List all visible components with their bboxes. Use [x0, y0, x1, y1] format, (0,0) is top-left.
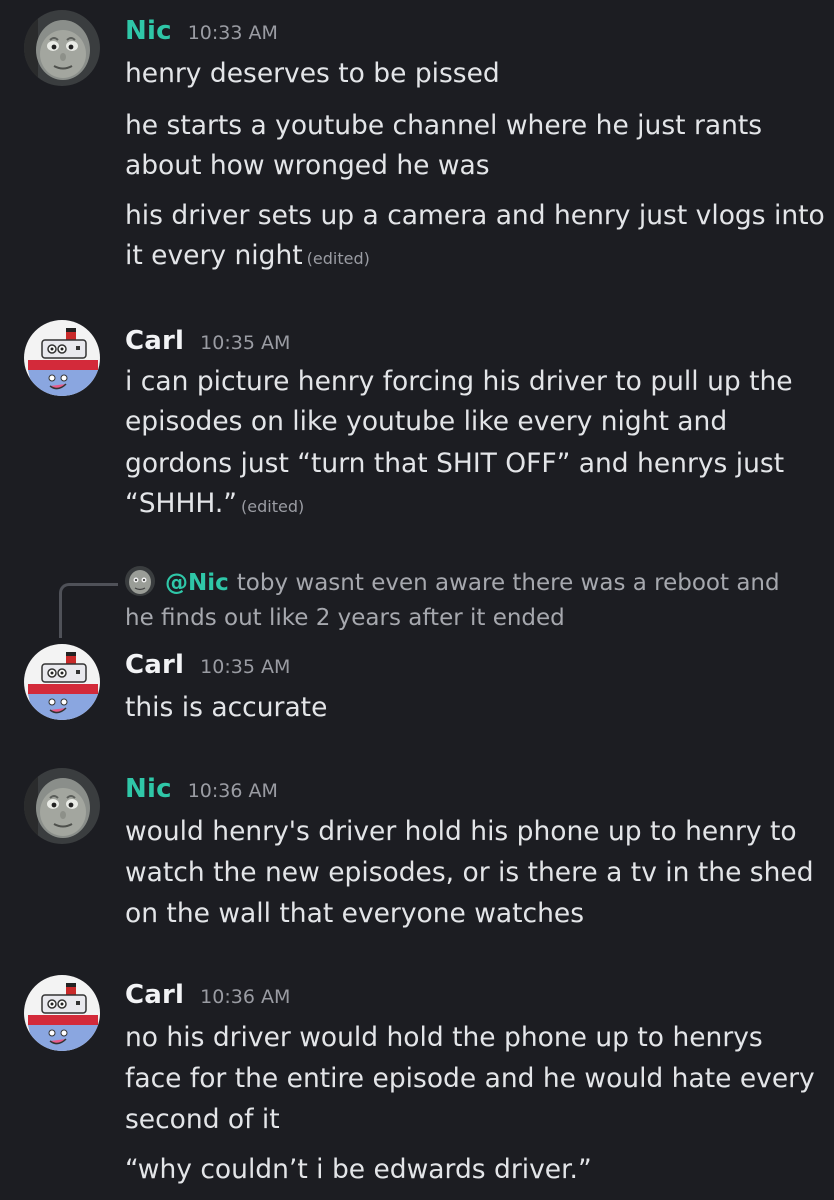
author-name[interactable]: Nic	[125, 774, 172, 804]
message-header: Nic 10:36 AM	[125, 774, 278, 804]
message-text: second of it	[125, 1104, 280, 1135]
timestamp: 10:36 AM	[187, 780, 278, 802]
edited-tag: (edited)	[306, 249, 370, 268]
message-text: episodes on like youtube like every nigh…	[125, 406, 728, 437]
message-header: Nic 10:33 AM	[125, 16, 278, 46]
message-text: on the wall that everyone watches	[125, 898, 585, 929]
engine-face-avatar-icon[interactable]	[24, 768, 100, 844]
message-text: his driver sets up a camera and henry ju…	[125, 200, 825, 231]
message-text: “SHHH.”	[125, 488, 238, 519]
message-text-last: it every night (edited)	[125, 236, 815, 279]
message-text: would henry's driver hold his phone up t…	[125, 816, 797, 847]
timestamp: 10:35 AM	[200, 332, 291, 354]
message-text: no his driver would hold the phone up to…	[125, 1022, 763, 1053]
message-text: it every night	[125, 240, 303, 271]
reply-avatar-icon	[125, 566, 155, 596]
timestamp: 10:36 AM	[200, 986, 291, 1008]
author-name[interactable]: Carl	[125, 980, 184, 1010]
author-name[interactable]: Nic	[125, 16, 172, 46]
message-text: henry deserves to be pissed	[125, 58, 500, 89]
message-header: Carl 10:36 AM	[125, 980, 290, 1010]
message-text-last: “SHHH.” (edited)	[125, 484, 815, 527]
reply-text: toby wasnt even aware there was a reboot…	[236, 570, 780, 596]
reply-text[interactable]: he finds out like 2 years after it ended	[125, 601, 565, 635]
message-header: Carl 10:35 AM	[125, 650, 290, 680]
author-name[interactable]: Carl	[125, 326, 184, 356]
message-header: Carl 10:35 AM	[125, 326, 290, 356]
message-text: watch the new episodes, or is there a tv…	[125, 857, 814, 888]
engine-face-avatar-icon[interactable]	[24, 10, 100, 86]
tugboat-avatar-icon[interactable]	[24, 644, 100, 720]
message-text: this is accurate	[125, 692, 328, 723]
edited-tag: (edited)	[241, 497, 305, 516]
message-text: face for the entire episode and he would…	[125, 1063, 815, 1094]
message-text: he starts a youtube channel where he jus…	[125, 110, 763, 141]
tugboat-avatar-icon[interactable]	[24, 320, 100, 396]
timestamp: 10:33 AM	[187, 22, 278, 44]
message-text: i can picture henry forcing his driver t…	[125, 366, 793, 397]
message-text: about how wronged he was	[125, 150, 490, 181]
timestamp: 10:35 AM	[200, 656, 291, 678]
message-text: gordons just “turn that SHIT OFF” and he…	[125, 448, 785, 479]
author-name[interactable]: Carl	[125, 650, 184, 680]
reply-preview[interactable]: @Nic toby wasnt even aware there was a re…	[125, 566, 780, 600]
tugboat-avatar-icon[interactable]	[24, 975, 100, 1051]
reply-connector-line	[59, 583, 118, 638]
message-text: “why couldn’t i be edwards driver.”	[125, 1154, 592, 1185]
reply-mention[interactable]: @Nic	[165, 570, 229, 596]
